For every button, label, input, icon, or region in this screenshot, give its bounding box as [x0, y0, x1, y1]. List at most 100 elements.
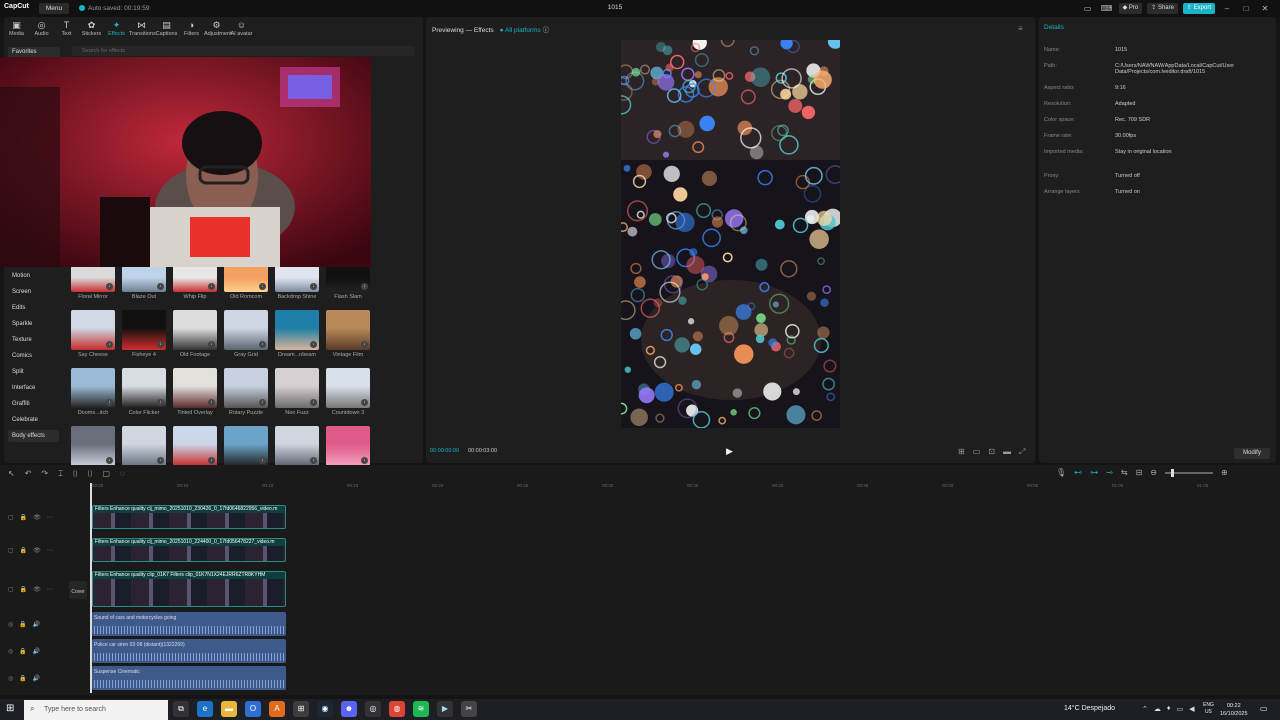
- windows-start-icon[interactable]: ⊞: [6, 703, 14, 714]
- shortcuts-icon[interactable]: ⌨: [1100, 4, 1114, 13]
- effect-item[interactable]: ↓ Backdrop Shine: [274, 266, 325, 310]
- lock-icon[interactable]: 🔒: [20, 586, 27, 593]
- track-box-icon[interactable]: ▢: [8, 514, 14, 521]
- effect-item[interactable]: ↓ Gray Grid: [223, 310, 274, 368]
- fullscreen-icon[interactable]: ⤢: [1019, 447, 1025, 457]
- video-clip[interactable]: Filters Enhance quality clj_mimo_2025101…: [92, 538, 286, 562]
- undo-icon[interactable]: ↶: [25, 469, 32, 479]
- lock-icon[interactable]: 🔒: [20, 547, 27, 554]
- category-item[interactable]: Graffiti: [8, 398, 64, 414]
- track-box-icon[interactable]: ▢: [8, 547, 14, 554]
- store-icon[interactable]: ⊞: [293, 701, 309, 717]
- more-icon[interactable]: ⋯: [47, 547, 53, 554]
- folder-icon[interactable]: ▬: [221, 701, 237, 717]
- more-icon[interactable]: ⋯: [47, 514, 53, 521]
- video-clip[interactable]: Filters Enhance quality clip_01K7 Filter…: [92, 571, 286, 607]
- minimize-icon[interactable]: –: [1220, 4, 1234, 13]
- capcut-taskbar-icon[interactable]: ✂: [461, 701, 477, 717]
- download-icon[interactable]: ↓: [361, 341, 368, 348]
- download-icon[interactable]: ↓: [310, 457, 317, 464]
- download-icon[interactable]: ↓: [361, 457, 368, 464]
- steam-icon[interactable]: ◉: [317, 701, 333, 717]
- media-player-icon[interactable]: ▶: [437, 701, 453, 717]
- office-icon[interactable]: A: [269, 701, 285, 717]
- tool-stickers[interactable]: ✿ Stickers: [79, 18, 104, 40]
- lock-icon[interactable]: 🔒: [19, 675, 26, 682]
- category-item[interactable]: Texture: [8, 334, 64, 350]
- download-icon[interactable]: ↓: [259, 283, 266, 290]
- effect-item[interactable]: ↓ Blaze Out: [121, 266, 172, 310]
- download-icon[interactable]: ↓: [106, 457, 113, 464]
- modify-button[interactable]: Modify: [1234, 448, 1270, 459]
- category-item[interactable]: Edits: [8, 302, 64, 318]
- lock-icon[interactable]: 🔒: [20, 514, 27, 521]
- effect-item[interactable]: ↓ Tinted Overlay: [172, 368, 223, 426]
- shield-icon[interactable]: ◌: [120, 469, 125, 479]
- split-right-icon[interactable]: ⌷: [88, 469, 93, 479]
- audio-track-icon[interactable]: ◎: [8, 648, 13, 655]
- tool-adjustment[interactable]: ⚙ Adjustment: [204, 18, 232, 40]
- tool-text[interactable]: T Text: [54, 18, 79, 40]
- snap-icon[interactable]: ⊸: [1106, 468, 1113, 477]
- volume-icon[interactable]: 🔊: [33, 648, 40, 655]
- category-item[interactable]: Split: [8, 366, 64, 382]
- magnet-icon[interactable]: ⊶: [1090, 468, 1098, 477]
- eye-icon[interactable]: 👁: [33, 514, 41, 521]
- tool-captions[interactable]: ▤ Captions: [154, 18, 179, 40]
- track-box-icon[interactable]: ▢: [8, 586, 14, 593]
- category-item[interactable]: Body effects: [8, 430, 59, 442]
- preview-axis-icon[interactable]: ⇆: [1121, 468, 1128, 477]
- spotify-icon[interactable]: ≋: [413, 701, 429, 717]
- effect-item[interactable]: ↓ Dooms...itch: [70, 368, 121, 426]
- ratio-icon[interactable]: ▭: [973, 447, 981, 457]
- taskbar-search-input[interactable]: Type here to search: [24, 700, 168, 720]
- audio-track-icon[interactable]: ◎: [8, 675, 13, 682]
- export-button[interactable]: ⇧ Export: [1182, 3, 1215, 14]
- category-item[interactable]: Sparkle: [8, 318, 64, 334]
- tool-transitions[interactable]: ⋈ Transitions: [129, 18, 156, 40]
- cover-button[interactable]: Cover: [69, 581, 87, 599]
- crop-icon[interactable]: ⊡: [988, 447, 995, 457]
- lock-icon[interactable]: 🔒: [19, 621, 26, 628]
- effect-item[interactable]: ↓ Dream...nbeam: [274, 310, 325, 368]
- share-button[interactable]: ⇪ Share: [1147, 3, 1178, 14]
- effects-search-input[interactable]: Search for effects: [72, 46, 415, 56]
- menu-button[interactable]: Menu: [39, 3, 69, 14]
- download-icon[interactable]: ↓: [208, 399, 215, 406]
- tool-media[interactable]: ▣ Media: [4, 18, 29, 40]
- split-icon[interactable]: ⌶: [58, 469, 63, 479]
- download-icon[interactable]: ↓: [157, 341, 164, 348]
- download-icon[interactable]: ↓: [361, 283, 368, 290]
- effect-item[interactable]: ↓ Rotary Puzzle: [223, 368, 274, 426]
- volume-icon[interactable]: 🔊: [33, 675, 40, 682]
- close-icon[interactable]: ✕: [1258, 4, 1272, 13]
- volume-icon[interactable]: 🔊: [33, 621, 40, 628]
- download-icon[interactable]: ↓: [106, 399, 113, 406]
- chrome-icon[interactable]: ◍: [389, 701, 405, 717]
- pro-button[interactable]: ◆ Pro: [1118, 3, 1143, 14]
- maximize-icon[interactable]: □: [1239, 4, 1253, 13]
- download-icon[interactable]: ↓: [208, 341, 215, 348]
- zoom-slider[interactable]: [1164, 468, 1213, 477]
- clock[interactable]: 00:22 16/10/2025: [1220, 702, 1248, 718]
- audio-clip[interactable]: Suspense Cinematic: [92, 666, 286, 690]
- play-button[interactable]: ▶: [726, 446, 733, 457]
- preview-menu-icon[interactable]: ≡: [1018, 24, 1023, 33]
- category-item[interactable]: Comics: [8, 350, 64, 366]
- download-icon[interactable]: ↓: [157, 399, 164, 406]
- caption-icon[interactable]: ⊟: [1136, 468, 1143, 477]
- platform-selector[interactable]: ● All platforms: [500, 27, 541, 34]
- more-icon[interactable]: ⋯: [47, 586, 53, 593]
- zoom-in-icon[interactable]: ⊕: [1221, 468, 1228, 477]
- eye-icon[interactable]: 👁: [33, 547, 41, 554]
- network-icon[interactable]: ▭: [1176, 705, 1183, 713]
- split-left-icon[interactable]: ⌷: [73, 469, 78, 479]
- download-icon[interactable]: ↓: [208, 283, 215, 290]
- download-icon[interactable]: ↓: [157, 283, 164, 290]
- effect-item[interactable]: ↓ Flash Slam: [325, 266, 376, 310]
- mic-icon[interactable]: ♦: [1167, 705, 1171, 713]
- download-icon[interactable]: ↓: [106, 283, 113, 290]
- link-icon[interactable]: ⊷: [1074, 468, 1082, 477]
- video-clip[interactable]: Filters Enhance quality clj_mimo_2025101…: [92, 505, 286, 529]
- volume-icon[interactable]: ◀: [1189, 705, 1194, 713]
